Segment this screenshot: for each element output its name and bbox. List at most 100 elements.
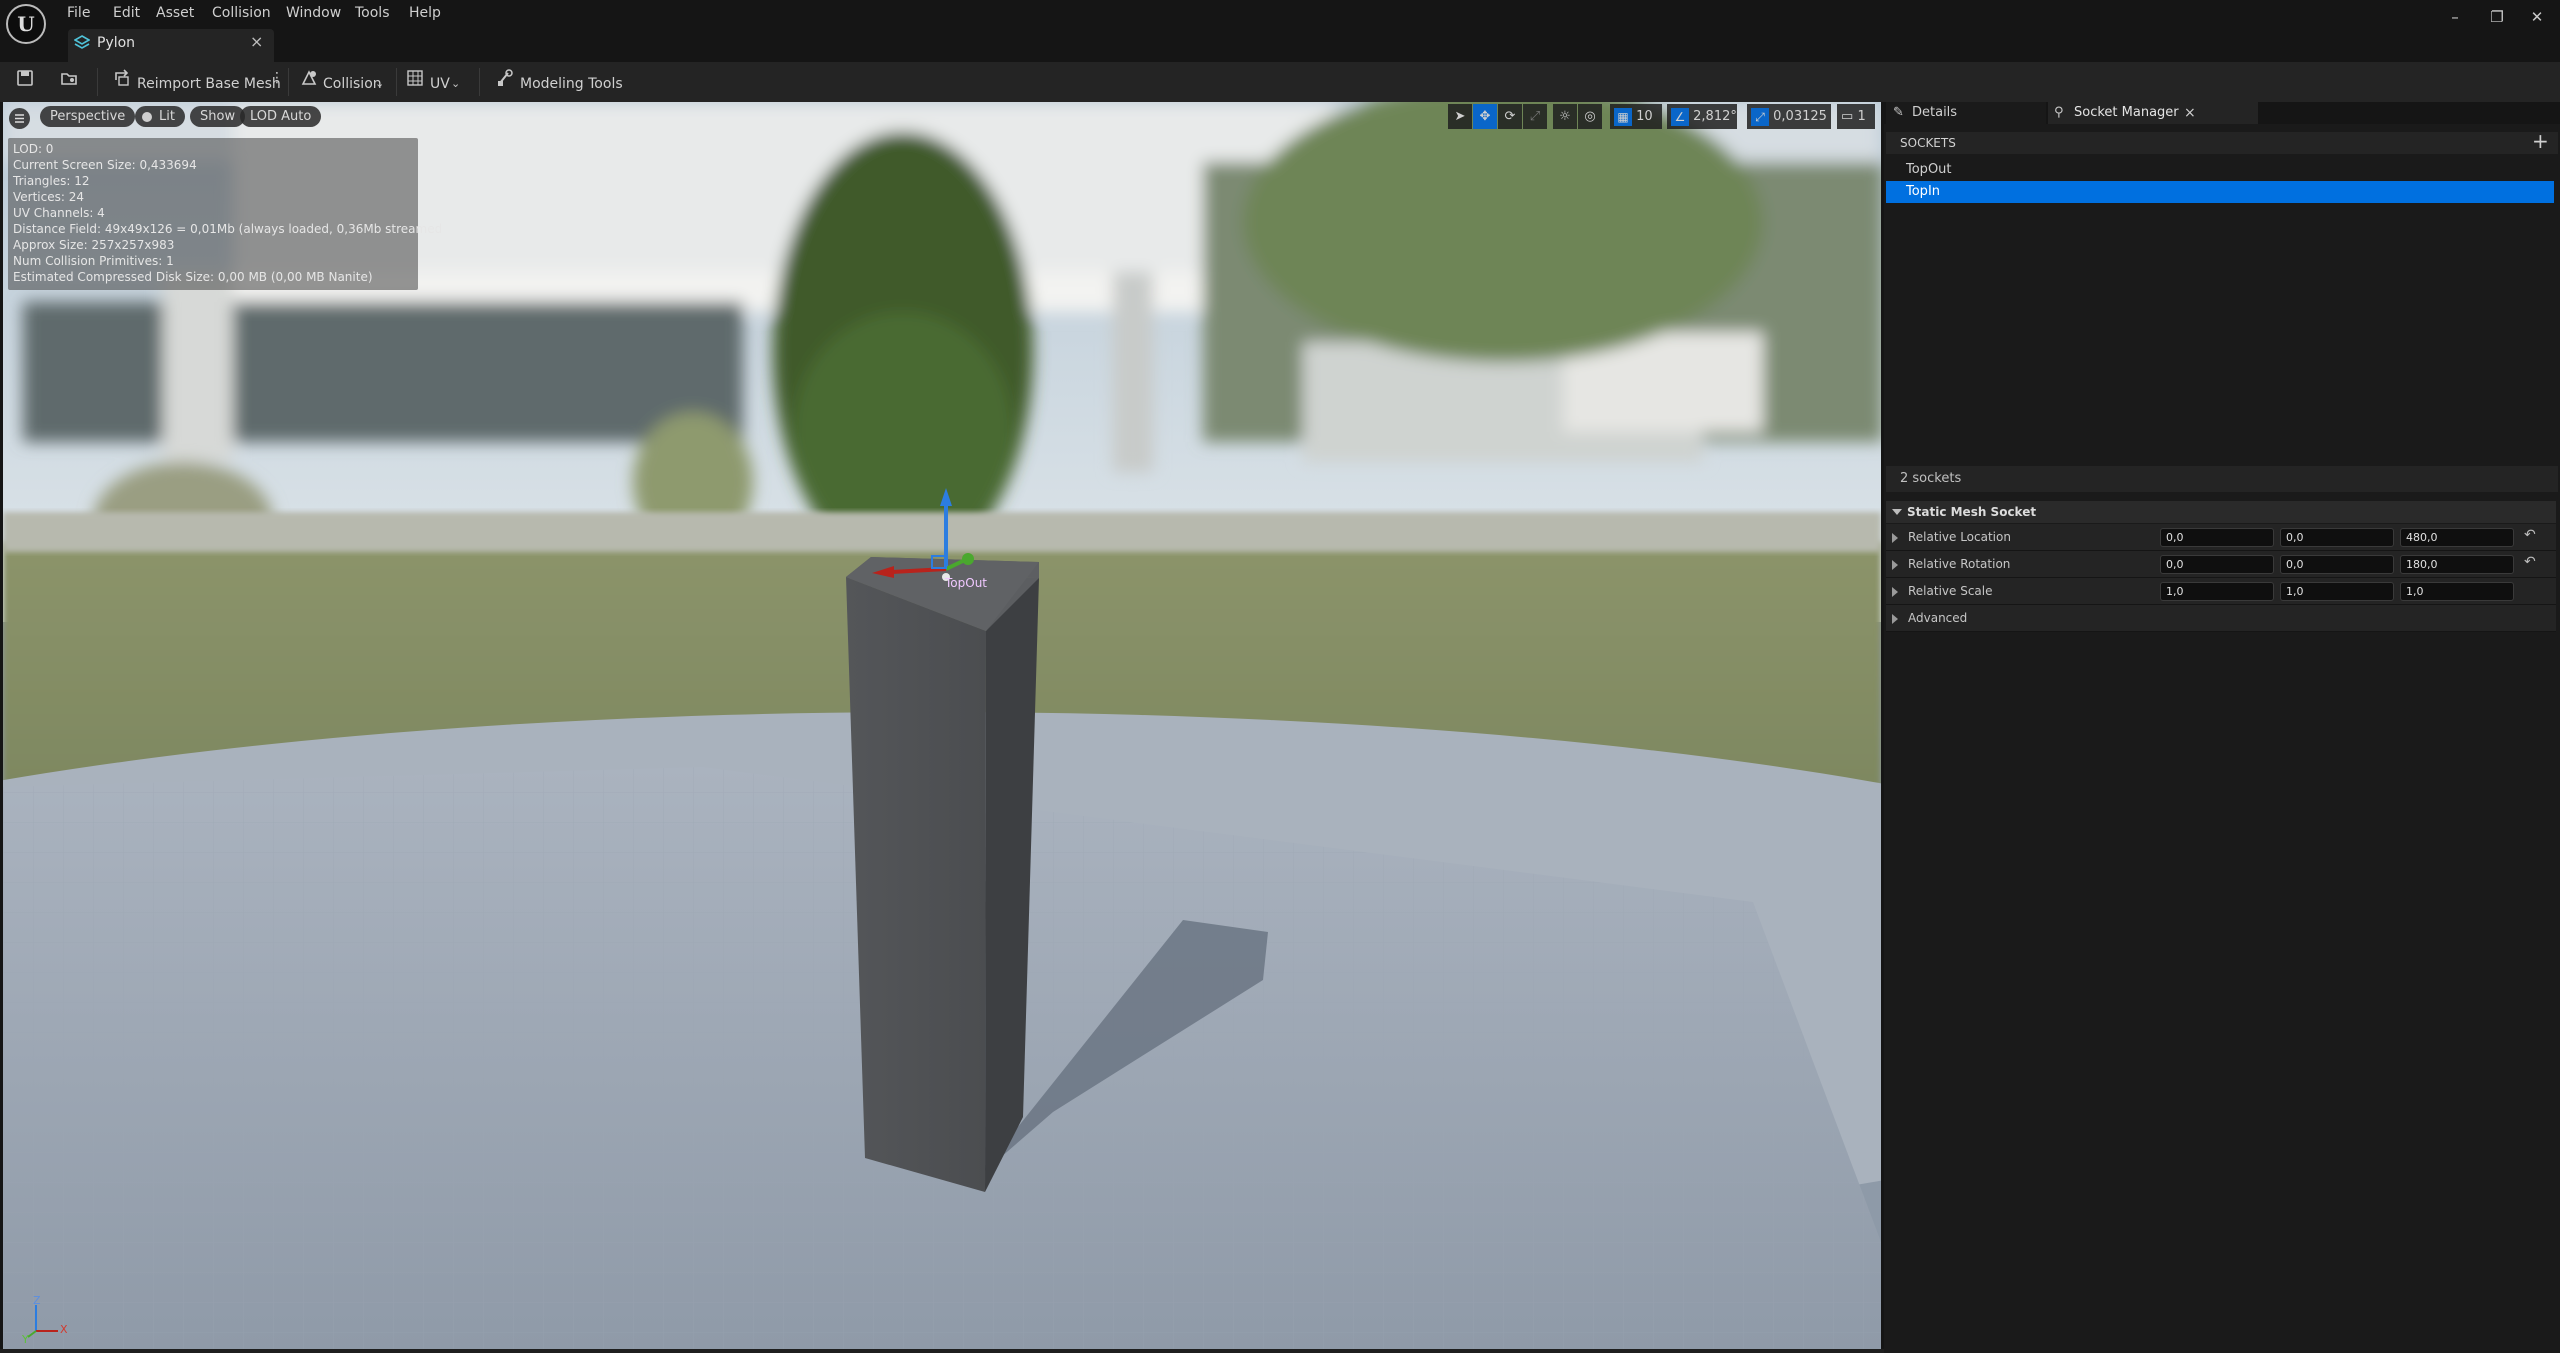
property-label: Relative Location	[1908, 530, 2011, 544]
viewport-menu-button[interactable]	[9, 108, 30, 129]
socket-item-topin[interactable]: TopIn	[1886, 181, 2554, 203]
scale-z-field[interactable]: 1,0	[2400, 582, 2514, 601]
rotate-mode-icon[interactable]: ⟳	[1498, 104, 1522, 129]
modeling-tools-icon	[496, 69, 514, 87]
menu-window[interactable]: Window	[286, 3, 341, 23]
scale-x-field[interactable]: 1,0	[2160, 582, 2274, 601]
property-label: Relative Rotation	[1908, 557, 2011, 571]
close-window-button[interactable]: ✕	[2514, 4, 2560, 30]
reimport-base-mesh-button[interactable]: Reimport Base Mesh	[137, 74, 281, 94]
menu-edit[interactable]: Edit	[113, 3, 140, 23]
angle-icon: ∠	[1671, 107, 1689, 126]
rotation-snap-value: 2,812°	[1693, 109, 1737, 124]
modeling-tools-button[interactable]: Modeling Tools	[520, 74, 623, 94]
rotation-snap-toggle[interactable]: ∠ 2,812°	[1667, 104, 1737, 129]
property-label: Relative Scale	[1908, 584, 1993, 598]
sockets-header	[1886, 132, 2558, 154]
location-x-field[interactable]: 0,0	[2160, 528, 2274, 547]
menu-help[interactable]: Help	[409, 3, 441, 23]
tab-close-icon[interactable]: ×	[2184, 102, 2196, 124]
browse-asset-icon[interactable]	[60, 69, 78, 87]
rotation-y-field[interactable]: 0,0	[2280, 555, 2394, 574]
scale-y-field[interactable]: 1,0	[2280, 582, 2394, 601]
reimport-icon	[113, 69, 131, 87]
asset-tab-title: Pylon	[97, 35, 136, 51]
lod-button[interactable]: LOD Auto	[240, 106, 322, 127]
more-options-icon[interactable]: ⋮	[270, 69, 284, 87]
tab-details[interactable]	[1886, 102, 2046, 124]
lit-sphere-icon	[142, 112, 152, 122]
uv-grid-icon	[406, 69, 424, 87]
camera-speed-button[interactable]: ▭ 1	[1837, 104, 1875, 129]
expand-icon[interactable]	[1892, 533, 1898, 543]
grid-snap-toggle[interactable]: ▦ 10	[1610, 104, 1662, 129]
select-mode-icon[interactable]: ➤	[1448, 104, 1472, 129]
viewport-border	[0, 1349, 1884, 1353]
advanced-label: Advanced	[1908, 611, 1968, 625]
save-icon[interactable]	[16, 69, 34, 87]
toolbar-separator	[97, 68, 98, 96]
tab-details-label: Details	[1912, 105, 1958, 120]
tab-socket-manager-label: Socket Manager	[2074, 105, 2179, 120]
world-local-icon[interactable]: ☼	[1553, 104, 1577, 129]
stat-line: Current Screen Size: 0,433694	[13, 158, 197, 172]
menu-tools[interactable]: Tools	[355, 3, 390, 23]
collapse-icon	[1892, 509, 1902, 515]
chevron-down-icon: ⌄	[451, 77, 461, 90]
toolbar-separator	[396, 68, 397, 96]
section-title: Static Mesh Socket	[1907, 505, 2037, 519]
sockets-header-label: SOCKETS	[1900, 136, 1956, 150]
scale-snap-value: 0,03125	[1773, 109, 1827, 124]
location-y-field[interactable]: 0,0	[2280, 528, 2394, 547]
location-z-field[interactable]: 480,0	[2400, 528, 2514, 547]
menu-file[interactable]: File	[67, 3, 90, 23]
menu-collision[interactable]: Collision	[212, 3, 271, 23]
expand-icon[interactable]	[1892, 614, 1898, 624]
surface-snap-icon[interactable]: ◎	[1578, 104, 1602, 129]
rotation-z-field[interactable]: 180,0	[2400, 555, 2514, 574]
perspective-button[interactable]: Perspective	[40, 106, 136, 127]
socket-item-topout[interactable]: TopOut	[1886, 159, 2554, 181]
rotation-x-field[interactable]: 0,0	[2160, 555, 2274, 574]
minimize-button[interactable]: –	[2432, 4, 2478, 30]
unreal-logo-icon[interactable]: U	[6, 4, 46, 44]
collision-dropdown[interactable]: Collision	[323, 74, 382, 94]
pencil-icon: ✎	[1893, 105, 1904, 120]
socket-label: TopOut	[945, 576, 988, 590]
reset-to-default-icon[interactable]: ↶	[2524, 527, 2536, 543]
stat-line: LOD: 0	[13, 142, 54, 156]
socket-count: 2 sockets	[1886, 466, 2558, 492]
grid-snap-value: 10	[1636, 109, 1653, 124]
axis-y-label: Y	[22, 1333, 29, 1346]
stat-line: Vertices: 24	[13, 190, 84, 204]
chevron-down-icon: ⌄	[375, 77, 385, 90]
socket-icon: ⚲	[2054, 105, 2064, 120]
stat-line: Num Collision Primitives: 1	[13, 254, 174, 268]
reset-to-default-icon[interactable]: ↶	[2524, 554, 2536, 570]
tab-close-icon[interactable]: ×	[250, 32, 263, 52]
show-button[interactable]: Show	[190, 106, 246, 127]
camera-icon: ▭	[1841, 109, 1854, 124]
scale-snap-toggle[interactable]: ⤢ 0,03125	[1747, 104, 1831, 129]
menu-asset[interactable]: Asset	[156, 3, 194, 23]
axis-z-label: Z	[33, 1294, 41, 1307]
advanced-row[interactable]	[1886, 605, 2556, 632]
collision-icon	[300, 69, 318, 87]
camera-speed-value: 1	[1857, 109, 1866, 124]
axis-x-label: X	[60, 1323, 68, 1336]
add-socket-button[interactable]: +	[2532, 129, 2549, 153]
translate-mode-icon[interactable]: ✥	[1473, 104, 1497, 129]
toolbar-separator	[479, 68, 480, 96]
uv-dropdown[interactable]: UV	[430, 74, 450, 94]
grid-icon: ▦	[1614, 107, 1632, 126]
stat-line: Triangles: 12	[13, 174, 90, 188]
toolbar-separator	[288, 68, 289, 96]
static-mesh-icon	[73, 35, 91, 51]
expand-icon[interactable]	[1892, 560, 1898, 570]
scale-mode-icon[interactable]: ⤢	[1523, 104, 1547, 129]
expand-icon[interactable]	[1892, 587, 1898, 597]
stat-line: Distance Field: 49x49x126 = 0,01Mb (alwa…	[13, 222, 443, 236]
scale-snap-icon: ⤢	[1751, 107, 1769, 126]
stat-line: UV Channels: 4	[13, 206, 105, 220]
stat-line: Approx Size: 257x257x983	[13, 238, 175, 252]
